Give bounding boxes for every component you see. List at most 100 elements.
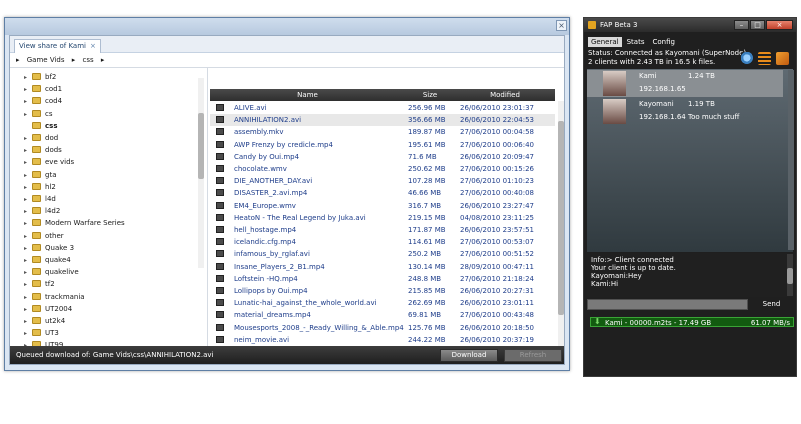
tree-item[interactable]: ▸ UT3 [24,329,59,339]
close-button[interactable]: × [766,20,793,30]
expand-arrow-icon[interactable]: ▸ [24,233,32,240]
column-header-modified[interactable]: Modified [455,91,555,99]
file-list-scrollbar[interactable] [558,101,564,361]
close-tab-icon[interactable]: × [90,42,96,50]
column-header-name[interactable]: Name [210,91,405,99]
tree-item[interactable]: ▸ Modern Warfare Series [24,219,125,229]
file-row[interactable]: neim_movie.avi 244.22 MB 26/06/2010 20:37:… [210,334,555,346]
breadcrumb-item[interactable]: Game Vids [27,56,65,64]
minimize-button[interactable]: – [734,20,749,30]
file-row[interactable]: HeatoN - The Real Legend by Juka.avi 219.… [210,212,555,224]
file-row[interactable]: Candy by Oui.mp4 71.6 MB 26/06/2010 20:09:… [210,151,555,163]
expand-arrow-icon[interactable]: ▸ [24,245,32,252]
tree-item[interactable]: ▸ other [24,231,64,242]
breadcrumb-arrow-icon[interactable]: ▸ [16,56,20,64]
tab-general[interactable]: General [588,37,622,47]
expand-arrow-icon[interactable]: ▸ [24,184,32,191]
expand-arrow-icon[interactable]: ▸ [24,159,32,166]
expand-arrow-icon[interactable]: ▸ [24,330,32,337]
expand-arrow-icon[interactable]: ▸ [24,294,32,301]
expand-arrow-icon[interactable]: ▸ [24,281,32,288]
tree-item[interactable]: ▸ hl2 [24,182,56,193]
expand-arrow-icon[interactable]: ▸ [24,147,32,154]
tree-item[interactable]: ▸ cod4 [24,97,62,107]
file-row[interactable]: Lollipops by Oui.mp4 215.85 MB 26/06/2010 … [210,285,555,297]
file-size: 250.2 MB [408,250,442,259]
column-header-size[interactable]: Size [405,91,455,99]
file-row[interactable]: assembly.mkv 189.87 MB 27/06/2010 00:04:58 [210,126,555,138]
send-button[interactable]: Send [752,298,791,311]
tab-view-share[interactable]: View share of Kami × [14,39,101,53]
file-row[interactable]: ANNIHILATION2.avi 356.66 MB 26/06/2010 22:… [210,114,555,127]
tree-item[interactable]: ▸ cs [24,109,53,120]
file-row[interactable]: AWP Frenzy by credicle.mp4 195.61 MB 27/06… [210,139,555,151]
tree-item[interactable]: ▸ dods [24,146,62,156]
tree-item[interactable]: ▸ eve vids [24,158,74,168]
maximize-button[interactable]: □ [750,20,765,30]
tab-config[interactable]: Config [649,37,677,47]
file-row[interactable]: Mousesports_2008_-_Ready_Willing_&_Able.… [210,322,555,334]
peer-row[interactable]: Kayomani 1.19 TB 192.168.1.64 Too much stuf… [587,98,783,125]
chat-scrollbar[interactable] [787,254,793,296]
expand-arrow-icon[interactable]: ▸ [24,98,32,105]
expand-arrow-icon[interactable]: ▸ [24,135,32,142]
expand-arrow-icon[interactable]: ▸ [24,208,32,215]
tree-item[interactable]: ▸ l4d [24,195,56,205]
tree-scrollbar[interactable] [198,78,204,268]
chat-scrollbar-thumb[interactable] [787,268,793,284]
refresh-button[interactable]: Refresh [504,349,562,362]
file-row[interactable]: material_dreams.mp4 69.81 MB 27/06/2010 00… [210,309,555,321]
file-row[interactable]: Insane_Players_2_B1.mp4 130.14 MB 28/09/20… [210,261,555,273]
search-icon[interactable] [741,52,754,65]
file-row[interactable]: chocolate.wmv 250.62 MB 27/06/2010 00:15:2… [210,163,555,175]
file-row[interactable]: DISASTER_2.avi.mp4 46.66 MB 27/06/2010 00:… [210,187,555,199]
file-list-scrollbar-thumb[interactable] [558,121,564,315]
peer-list-scrollbar[interactable] [788,70,794,250]
share-browser-titlebar[interactable]: × [5,18,569,35]
tab-stats[interactable]: Stats [624,37,648,47]
tree-item[interactable]: ▸ quake4 [24,256,71,266]
transfer-row[interactable]: ⬇ Kami - 00000.m2ts - 17.49 GB 61.07 MB/… [590,317,794,327]
fap-titlebar[interactable]: FAP Beta 3 – □ × [584,18,796,32]
file-row[interactable]: ALIVE.avi 256.96 MB 26/06/2010 23:01:37 [210,102,555,114]
chat-input[interactable] [587,299,748,310]
close-window-button[interactable]: × [556,20,567,31]
file-row[interactable]: infamous_by_rglaf.avi 250.2 MB 27/06/2010 … [210,248,555,260]
expand-arrow-icon[interactable]: ▸ [24,318,32,325]
expand-arrow-icon[interactable]: ▸ [24,74,32,81]
file-row[interactable]: icelandic.cfg.mp4 114.61 MB 27/06/2010 00:… [210,236,555,248]
expand-arrow-icon[interactable]: ▸ [24,220,32,227]
download-button[interactable]: Download [440,349,498,362]
expand-arrow-icon[interactable]: ▸ [24,111,32,118]
expand-arrow-icon[interactable]: ▸ [24,86,32,93]
tree-item[interactable]: css [24,121,57,132]
tree-item[interactable]: ▸ quakelive [24,268,79,278]
breadcrumb-item[interactable]: css [82,56,93,64]
tree-item[interactable]: ▸ l4d2 [24,207,60,217]
peer-row[interactable]: Kami 1.24 TB 192.168.1.65 [587,70,783,97]
file-row[interactable]: EM4_Europe.wmv 316.7 MB 26/06/2010 23:27:4… [210,200,555,212]
list-icon[interactable] [758,52,771,65]
tree-item[interactable]: ▸ trackmania [24,292,85,303]
file-row[interactable]: Loftstein -HQ.mp4 248.8 MB 27/06/2010 21:1… [210,273,555,285]
expand-arrow-icon[interactable]: ▸ [24,196,32,203]
expand-arrow-icon[interactable]: ▸ [24,257,32,264]
tree-item[interactable]: ▸ UT2004 [24,304,72,315]
tree-item[interactable]: ▸ cod1 [24,85,62,95]
tree-item[interactable]: ▸ ut2k4 [24,317,65,327]
tree-item[interactable]: ▸ bf2 [24,73,56,83]
file-row[interactable]: Lunatic-hai_against_the_whole_world.avi 2… [210,297,555,309]
tree-item[interactable]: ▸ gta [24,170,56,181]
expand-arrow-icon[interactable]: ▸ [24,269,32,276]
expand-arrow-icon[interactable]: ▸ [24,306,32,313]
tree-item[interactable]: ▸ tf2 [24,280,55,290]
breadcrumb-arrow-icon[interactable]: ▸ [72,56,76,64]
file-row[interactable]: hell_hostage.mp4 171.87 MB 26/06/2010 23:5… [210,224,555,236]
expand-arrow-icon[interactable]: ▸ [24,172,32,179]
tree-item[interactable]: ▸ dod [24,134,58,144]
settings-icon[interactable] [776,52,789,65]
tree-scrollbar-thumb[interactable] [198,113,204,179]
file-row[interactable]: DIE_ANOTHER_DAY.avi 107.28 MB 27/06/2010 0… [210,175,555,187]
tree-item[interactable]: ▸ Quake 3 [24,243,74,254]
breadcrumb-arrow-icon[interactable]: ▸ [101,56,105,64]
